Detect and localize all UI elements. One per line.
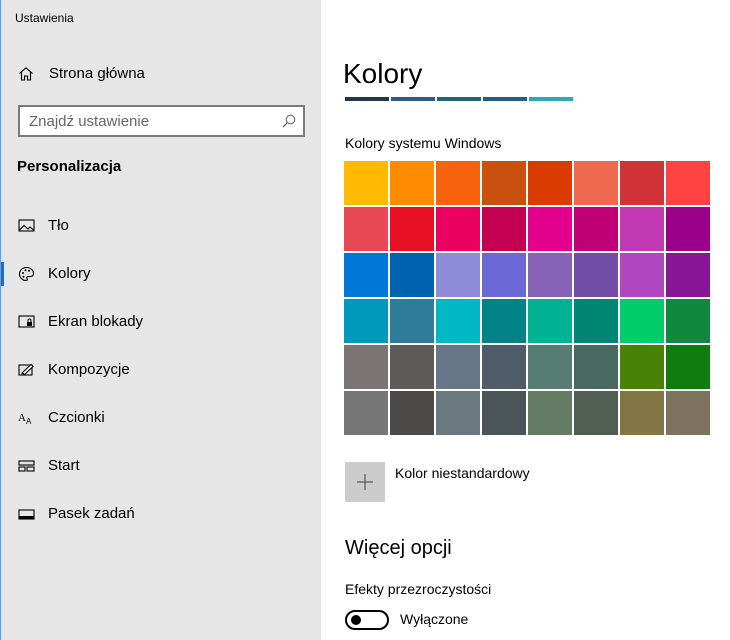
sidebar-item-label: Start [48, 457, 80, 474]
color-swatch[interactable] [574, 391, 618, 435]
home-nav-item[interactable]: Strona główna [0, 56, 321, 92]
color-swatch[interactable] [344, 345, 388, 389]
color-swatch[interactable] [436, 391, 480, 435]
svg-text:A: A [26, 417, 32, 426]
color-swatch[interactable] [344, 391, 388, 435]
accent-strip-segment [345, 97, 389, 101]
search-input[interactable] [29, 112, 269, 130]
color-swatch[interactable] [344, 207, 388, 251]
color-swatch[interactable] [666, 161, 710, 205]
sidebar-item-background[interactable]: Tło [0, 206, 321, 246]
lock-screen-icon [18, 314, 35, 330]
color-swatch[interactable] [390, 253, 434, 297]
accent-strip-segment [437, 97, 481, 101]
color-swatch[interactable] [620, 253, 664, 297]
color-swatch[interactable] [390, 391, 434, 435]
color-swatch[interactable] [666, 253, 710, 297]
color-swatch[interactable] [528, 207, 572, 251]
color-swatch[interactable] [574, 299, 618, 343]
color-swatch[interactable] [482, 345, 526, 389]
color-swatch[interactable] [666, 391, 710, 435]
picture-icon [18, 218, 35, 234]
color-swatch[interactable] [436, 253, 480, 297]
color-swatch[interactable] [344, 161, 388, 205]
home-label: Strona główna [49, 65, 145, 82]
accent-strip-segment [483, 97, 527, 101]
color-swatch[interactable] [436, 207, 480, 251]
color-swatch[interactable] [482, 161, 526, 205]
accent-color-strip [345, 97, 573, 101]
color-swatch[interactable] [620, 207, 664, 251]
transparency-toggle[interactable] [345, 610, 389, 630]
sidebar-item-label: Ekran blokady [48, 313, 144, 330]
themes-icon [18, 362, 35, 378]
taskbar-icon [18, 506, 35, 522]
sidebar-item-taskbar[interactable]: Pasek zadań [0, 494, 321, 534]
color-swatch[interactable] [344, 299, 388, 343]
search-box[interactable] [18, 105, 305, 137]
color-palette-grid [344, 161, 710, 435]
sidebar-item-themes[interactable]: Kompozycje [0, 350, 321, 390]
sidebar-item-label: Kompozycje [48, 361, 130, 378]
selection-indicator [0, 262, 4, 286]
color-swatch[interactable] [390, 345, 434, 389]
transparency-state-label: Wyłączone [400, 611, 469, 627]
color-swatch[interactable] [482, 391, 526, 435]
palette-icon [18, 266, 35, 282]
fonts-icon: AA [18, 410, 35, 426]
main-content: Kolory Kolory systemu Windows Kolor nies… [321, 0, 730, 640]
custom-color-label[interactable]: Kolor niestandardowy [395, 465, 530, 481]
color-swatch[interactable] [574, 161, 618, 205]
search-icon[interactable] [281, 113, 297, 129]
app-title: Ustawienia [15, 11, 74, 25]
windows-colors-label: Kolory systemu Windows [345, 135, 502, 151]
sidebar-item-label: Tło [48, 217, 69, 234]
color-swatch[interactable] [666, 345, 710, 389]
sidebar-item-start[interactable]: Start [0, 446, 321, 486]
toggle-knob [351, 615, 361, 625]
color-swatch[interactable] [482, 253, 526, 297]
color-swatch[interactable] [482, 207, 526, 251]
color-swatch[interactable] [528, 161, 572, 205]
section-title: Personalizacja [17, 158, 122, 175]
sidebar-item-label: Pasek zadań [48, 505, 135, 522]
accent-strip-segment [391, 97, 435, 101]
color-swatch[interactable] [528, 253, 572, 297]
color-swatch[interactable] [436, 345, 480, 389]
color-swatch[interactable] [528, 299, 572, 343]
page-title: Kolory [343, 58, 423, 89]
color-swatch[interactable] [666, 207, 710, 251]
sidebar-item-lock-screen[interactable]: Ekran blokady [0, 302, 321, 342]
color-swatch[interactable] [390, 161, 434, 205]
plus-icon [357, 474, 373, 490]
more-options-title: Więcej opcji [345, 537, 452, 559]
svg-text:A: A [18, 412, 26, 424]
color-swatch[interactable] [390, 207, 434, 251]
color-swatch[interactable] [620, 345, 664, 389]
color-swatch[interactable] [528, 391, 572, 435]
color-swatch[interactable] [574, 345, 618, 389]
custom-color-button[interactable] [345, 462, 385, 502]
sidebar-item-colors[interactable]: Kolory [0, 254, 321, 294]
sidebar: Ustawienia Strona główna Personalizacja … [0, 0, 321, 640]
sidebar-item-label: Kolory [48, 265, 91, 282]
start-icon [18, 458, 35, 474]
sidebar-item-label: Czcionki [48, 409, 105, 426]
color-swatch[interactable] [390, 299, 434, 343]
color-swatch[interactable] [528, 345, 572, 389]
sidebar-item-fonts[interactable]: AA Czcionki [0, 398, 321, 438]
home-icon [18, 66, 34, 82]
color-swatch[interactable] [574, 253, 618, 297]
color-swatch[interactable] [344, 253, 388, 297]
color-swatch[interactable] [436, 299, 480, 343]
color-swatch[interactable] [620, 299, 664, 343]
color-swatch[interactable] [666, 299, 710, 343]
color-swatch[interactable] [436, 161, 480, 205]
color-swatch[interactable] [482, 299, 526, 343]
transparency-effects-label: Efekty przezroczystości [345, 581, 492, 597]
color-swatch[interactable] [574, 207, 618, 251]
color-swatch[interactable] [620, 391, 664, 435]
color-swatch[interactable] [620, 161, 664, 205]
accent-strip-segment [529, 97, 573, 101]
